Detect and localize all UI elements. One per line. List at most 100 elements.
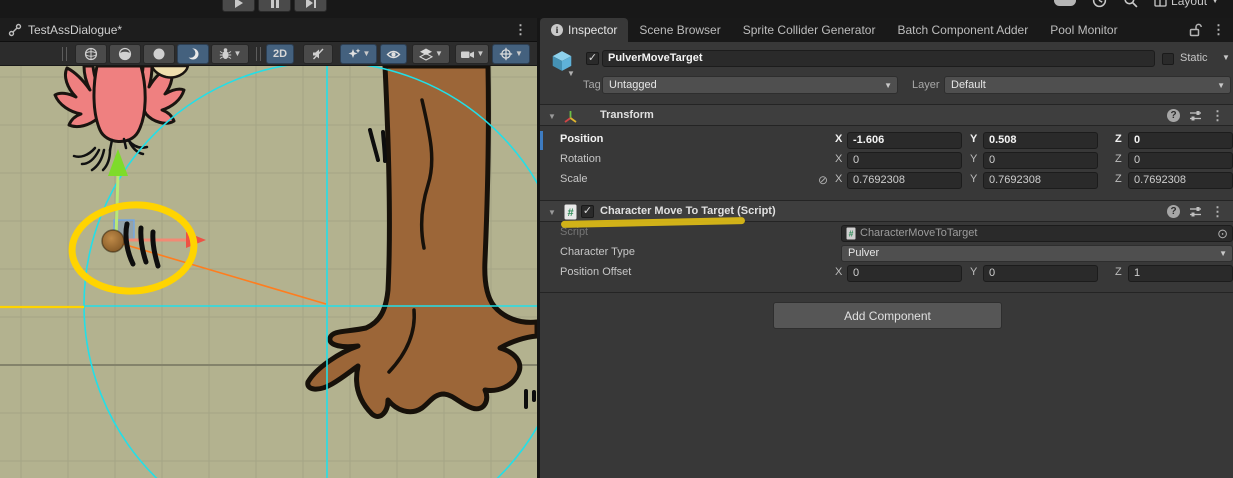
pane-divider[interactable]: [537, 18, 540, 478]
z-axis-label: Z: [1115, 153, 1122, 165]
scene-gizmo-dropdown[interactable]: ▼: [492, 44, 530, 64]
unlock-icon[interactable]: [1189, 23, 1202, 37]
position-row: Position X -1.606 Y 0.508 Z 0: [540, 131, 1233, 151]
wireframe-sphere-icon: [84, 47, 98, 61]
inspector-menu-icon[interactable]: ⋮: [1212, 24, 1225, 36]
script-field-row: Script # CharacterMoveToTarget ⊙: [540, 224, 1233, 244]
layout-dropdown[interactable]: Layout ▼: [1154, 0, 1219, 8]
chevron-down-icon: ▼: [1217, 82, 1225, 90]
tab-menu-icon[interactable]: ⋮: [514, 24, 527, 36]
rotation-z-field[interactable]: 0: [1128, 152, 1233, 169]
presets-icon[interactable]: [1189, 109, 1202, 122]
audio-mute-toggle[interactable]: [303, 44, 333, 64]
cube-expand-caret[interactable]: ▼: [567, 69, 575, 78]
rotation-x-field[interactable]: 0: [847, 152, 962, 169]
scene-view-toolbar: ▼ 2D ▼ ▼ ▼ ▼: [0, 42, 537, 66]
move-target-sphere[interactable]: [102, 230, 124, 252]
x-axis-label: X: [835, 266, 842, 278]
scale-z-field[interactable]: 0.7692308: [1128, 172, 1233, 189]
scene-window-tabbar: TestAssDialogue* ⋮: [0, 18, 537, 42]
layout-icon: [1154, 0, 1167, 7]
position-z-field[interactable]: 0: [1128, 132, 1233, 149]
layer-value: Default: [951, 79, 986, 91]
tab-scene-browser[interactable]: Scene Browser: [628, 18, 731, 42]
inspector-panel: i Inspector Scene Browser Sprite Collide…: [540, 18, 1233, 478]
scene-viewport[interactable]: [0, 66, 537, 478]
camera-dropdown[interactable]: ▼: [455, 44, 489, 64]
gameobject-name-field[interactable]: PulverMoveTarget: [602, 50, 1155, 67]
position-y-field[interactable]: 0.508: [983, 132, 1098, 149]
2d-label: 2D: [273, 48, 287, 60]
pause-button[interactable]: [258, 0, 291, 12]
tab-label: Batch Component Adder: [897, 23, 1028, 37]
effects-dropdown[interactable]: ▼: [340, 44, 377, 64]
active-checkbox[interactable]: ✓: [586, 52, 599, 65]
debug-bug-dropdown[interactable]: ▼: [211, 44, 249, 64]
chevron-down-icon: ▼: [477, 50, 485, 58]
foldout-arrow-icon[interactable]: ▼: [548, 208, 556, 217]
history-clock-icon[interactable]: [1092, 0, 1107, 8]
scene-lighting-toggle[interactable]: [177, 44, 209, 64]
help-icon[interactable]: ?: [1167, 109, 1180, 122]
tab-inspector[interactable]: i Inspector: [540, 18, 628, 42]
inspector-body: ▼ ✓ PulverMoveTarget Static ▼ Tag Untagg…: [540, 42, 1233, 478]
shading-shaded-wire-button[interactable]: [109, 44, 141, 64]
tab-batch-component-adder[interactable]: Batch Component Adder: [886, 18, 1039, 42]
scene-visibility-toggle[interactable]: [380, 44, 407, 64]
add-component-button[interactable]: Add Component: [773, 302, 1002, 329]
bug-icon: [219, 47, 232, 61]
toolbar-drag-handle[interactable]: [62, 47, 67, 61]
script-icon: #: [564, 204, 577, 220]
y-axis-label: Y: [970, 266, 977, 278]
offset-y-field[interactable]: 0: [983, 265, 1098, 282]
scale-x-field[interactable]: 0.7692308: [847, 172, 962, 189]
offset-z-field[interactable]: 1: [1128, 265, 1233, 282]
transform-header[interactable]: ▼ Transform ? ⋮: [540, 104, 1233, 126]
tag-value: Untagged: [609, 79, 657, 91]
help-icon[interactable]: ?: [1167, 205, 1180, 218]
foldout-arrow-icon[interactable]: ▼: [548, 112, 556, 121]
shading-solid-button[interactable]: [143, 44, 175, 64]
script-object-field[interactable]: # CharacterMoveToTarget ⊙: [841, 225, 1233, 242]
step-button[interactable]: [294, 0, 327, 12]
shading-wireframe-button[interactable]: [75, 44, 107, 64]
component-menu-icon[interactable]: ⋮: [1211, 206, 1224, 218]
object-picker-icon[interactable]: ⊙: [1217, 226, 1228, 241]
scale-label: Scale: [560, 173, 588, 185]
tab-sprite-collider-generator[interactable]: Sprite Collider Generator: [732, 18, 887, 42]
component-enabled-checkbox[interactable]: ✓: [581, 205, 594, 218]
layers-dropdown[interactable]: ▼: [412, 44, 450, 64]
layer-dropdown[interactable]: Default ▼: [944, 76, 1231, 94]
rotation-y-field[interactable]: 0: [983, 152, 1098, 169]
cloud-collab-icon[interactable]: [1054, 0, 1076, 6]
search-icon[interactable]: [1123, 0, 1138, 8]
presets-icon[interactable]: [1189, 205, 1202, 218]
constrain-proportions-icon[interactable]: ⊘: [818, 173, 828, 187]
tab-label: Pool Monitor: [1050, 23, 1117, 37]
step-icon: [306, 0, 316, 8]
x-axis-label: X: [835, 133, 842, 145]
play-button[interactable]: [222, 0, 255, 12]
pause-icon: [271, 0, 279, 8]
solid-sphere-icon: [152, 47, 166, 61]
component-menu-icon[interactable]: ⋮: [1211, 110, 1224, 122]
2d-mode-toggle[interactable]: 2D: [266, 44, 294, 64]
static-checkbox[interactable]: [1162, 53, 1174, 65]
x-axis-label: X: [835, 153, 842, 165]
camera-icon: [460, 48, 475, 61]
offset-x-field[interactable]: 0: [847, 265, 962, 282]
tag-dropdown[interactable]: Untagged ▼: [602, 76, 898, 94]
tab-label: Scene Browser: [639, 23, 720, 37]
toolbar-drag-handle[interactable]: [256, 47, 261, 61]
static-dropdown-caret[interactable]: ▼: [1222, 54, 1230, 62]
chevron-down-icon: ▼: [435, 50, 443, 58]
character-type-dropdown[interactable]: Pulver ▼: [841, 245, 1233, 262]
scale-y-field[interactable]: 0.7692308: [983, 172, 1098, 189]
script-value: CharacterMoveToTarget: [860, 226, 977, 241]
y-axis-label: Y: [970, 133, 977, 145]
z-axis-label: Z: [1115, 173, 1122, 185]
main-toolbar: Layout ▼: [0, 0, 1233, 18]
position-x-field[interactable]: -1.606: [847, 132, 962, 149]
tab-pool-monitor[interactable]: Pool Monitor: [1039, 18, 1128, 42]
scene-tab-title[interactable]: TestAssDialogue*: [28, 23, 122, 37]
